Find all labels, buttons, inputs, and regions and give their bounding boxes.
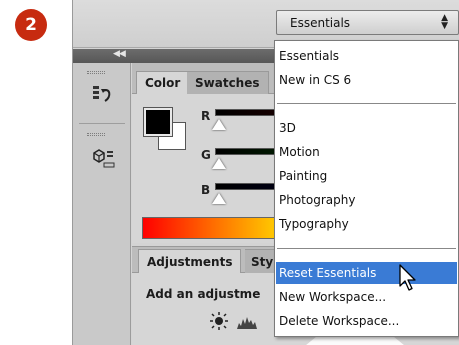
menu-separator (277, 248, 456, 249)
levels-icon[interactable] (236, 311, 258, 331)
red-slider-label: R (201, 109, 211, 123)
green-slider-label: G (201, 148, 211, 162)
blue-slider-thumb[interactable] (212, 193, 226, 204)
collapse-panels-icon[interactable]: ◀◀ (113, 49, 126, 59)
menu-item-painting[interactable]: Painting (276, 165, 457, 187)
menu-item-photography[interactable]: Photography (276, 189, 457, 211)
menu-item-motion[interactable]: Motion (276, 141, 457, 163)
menu-item-delete-workspace[interactable]: Delete Workspace... (276, 310, 457, 332)
green-slider-thumb[interactable] (212, 158, 226, 169)
dock-grip[interactable] (87, 71, 105, 74)
mouse-pointer-icon (398, 264, 418, 298)
tab-color[interactable]: Color (136, 71, 190, 94)
menu-item-typography[interactable]: Typography (276, 213, 457, 235)
step-badge: 2 (15, 9, 47, 41)
adjustments-hint: Add an adjustme (146, 287, 261, 301)
red-slider-thumb[interactable] (212, 119, 226, 130)
history-panel-icon[interactable] (87, 81, 119, 107)
dock-separator (79, 123, 125, 124)
foreground-color-swatch[interactable] (143, 107, 173, 137)
blue-slider-label: B (201, 183, 211, 197)
workspace-switcher[interactable]: Essentials ▲ ▼ (276, 10, 459, 35)
brightness-contrast-icon[interactable] (208, 311, 230, 331)
dock-grip[interactable] (87, 133, 105, 136)
menu-item-3d[interactable]: 3D (276, 117, 457, 139)
select-arrows-icon: ▲ ▼ (441, 13, 448, 31)
menu-item-essentials[interactable]: Essentials (276, 45, 457, 67)
workspace-menu: Essentials New in CS 6 3D Motion Paintin… (274, 40, 459, 337)
menu-item-new-workspace[interactable]: New Workspace... (276, 286, 457, 308)
3d-panel-icon[interactable] (87, 145, 119, 171)
panel-dock (73, 63, 131, 345)
workspace-switcher-value: Essentials (290, 15, 351, 30)
menu-item-reset-essentials[interactable]: Reset Essentials (276, 262, 457, 284)
tab-swatches[interactable]: Swatches (187, 71, 269, 94)
step-number: 2 (25, 15, 37, 35)
screenshot-stage: 2 Essentials ▲ ▼ ◀◀ Color Swatches R G B… (0, 0, 459, 345)
tab-adjustments[interactable]: Adjustments (138, 249, 242, 273)
menu-separator (277, 103, 456, 104)
menu-item-new-in-cs6[interactable]: New in CS 6 (276, 69, 457, 91)
